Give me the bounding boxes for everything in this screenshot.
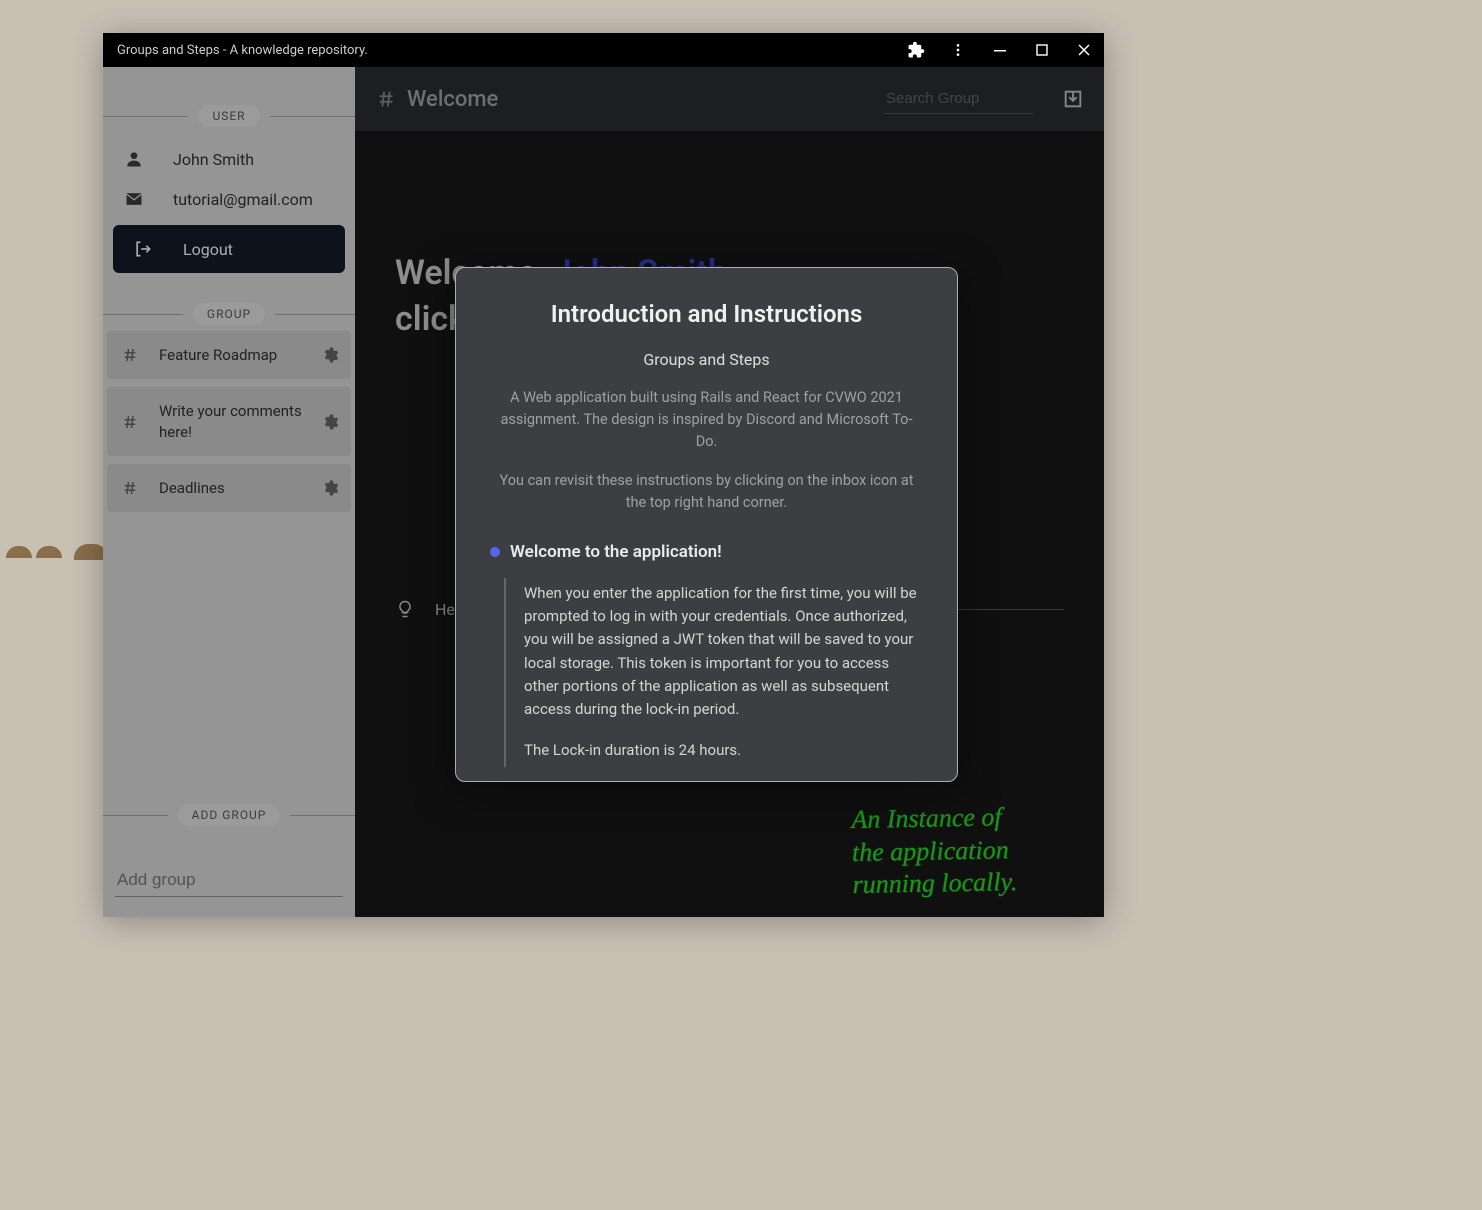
titlebar: Groups and Steps - A knowledge repositor… xyxy=(103,33,1104,67)
user-email: tutorial@gmail.com xyxy=(173,190,313,209)
group-label: Write your comments here! xyxy=(159,401,303,442)
user-email-row: tutorial@gmail.com xyxy=(107,179,351,219)
group-item-feature-roadmap[interactable]: Feature Roadmap xyxy=(107,331,351,379)
bullet-icon xyxy=(490,547,500,557)
background-decor xyxy=(36,546,62,558)
app-window: Groups and Steps - A knowledge repositor… xyxy=(103,33,1104,917)
hash-icon xyxy=(375,88,397,110)
mail-icon xyxy=(123,189,145,209)
group-label: Feature Roadmap xyxy=(159,345,303,365)
sidebar: USER John Smith tutorial@gmail.com xyxy=(103,67,355,917)
group-section-label: GROUP xyxy=(103,303,355,325)
minimize-button[interactable] xyxy=(988,38,1012,62)
maximize-button[interactable] xyxy=(1030,38,1054,62)
person-icon xyxy=(123,149,145,169)
logout-button[interactable]: Logout xyxy=(113,225,345,273)
modal-step-title: Welcome to the application! xyxy=(510,542,722,562)
user-name: John Smith xyxy=(173,150,254,169)
modal-step-header: Welcome to the application! xyxy=(490,542,923,562)
modal-title: Introduction and Instructions xyxy=(490,300,923,328)
modal-step-text: When you enter the application for the f… xyxy=(524,582,923,722)
group-label: Deadlines xyxy=(159,478,303,498)
intro-modal[interactable]: Introduction and Instructions Groups and… xyxy=(455,267,958,782)
extension-icon[interactable] xyxy=(904,38,928,62)
user-block: John Smith tutorial@gmail.com Logout xyxy=(103,127,355,295)
group-section-pill: GROUP xyxy=(193,303,265,325)
gear-icon[interactable] xyxy=(321,413,339,431)
topbar-title: Welcome xyxy=(407,87,498,112)
gear-icon[interactable] xyxy=(321,346,339,364)
modal: Introduction and Instructions Groups and… xyxy=(455,267,958,782)
modal-step-body: When you enter the application for the f… xyxy=(504,578,923,767)
window-controls xyxy=(904,38,1096,62)
inbox-button[interactable] xyxy=(1062,88,1084,110)
add-group-input[interactable] xyxy=(115,864,343,897)
search-input[interactable] xyxy=(884,84,1034,114)
logout-icon xyxy=(133,239,153,259)
hash-icon xyxy=(119,413,141,431)
hash-icon xyxy=(119,479,141,497)
group-item-deadlines[interactable]: Deadlines xyxy=(107,464,351,512)
logout-label: Logout xyxy=(183,240,233,259)
modal-step-text: The Lock-in duration is 24 hours. xyxy=(524,739,923,762)
user-section-label: USER xyxy=(103,105,355,127)
background-decor xyxy=(6,546,32,558)
user-name-row: John Smith xyxy=(107,139,351,179)
handwritten-annotation: An Instance of the application running l… xyxy=(851,800,1083,901)
lightbulb-icon xyxy=(395,599,415,619)
group-item-comments[interactable]: Write your comments here! xyxy=(107,387,351,456)
hash-icon xyxy=(119,346,141,364)
add-group-label: ADD GROUP xyxy=(103,804,355,826)
modal-subtitle: Groups and Steps xyxy=(490,350,923,369)
close-button[interactable] xyxy=(1072,38,1096,62)
add-group-section: ADD GROUP xyxy=(103,804,355,917)
modal-paragraph: A Web application built using Rails and … xyxy=(490,387,923,452)
user-section-pill: USER xyxy=(198,105,259,127)
add-group-pill: ADD GROUP xyxy=(178,804,281,826)
group-list: Feature Roadmap Write your comments here… xyxy=(103,325,355,518)
window-title: Groups and Steps - A knowledge repositor… xyxy=(117,43,904,58)
modal-paragraph: You can revisit these instructions by cl… xyxy=(490,470,923,514)
topbar: Welcome xyxy=(355,67,1104,131)
more-icon[interactable] xyxy=(946,38,970,62)
gear-icon[interactable] xyxy=(321,479,339,497)
